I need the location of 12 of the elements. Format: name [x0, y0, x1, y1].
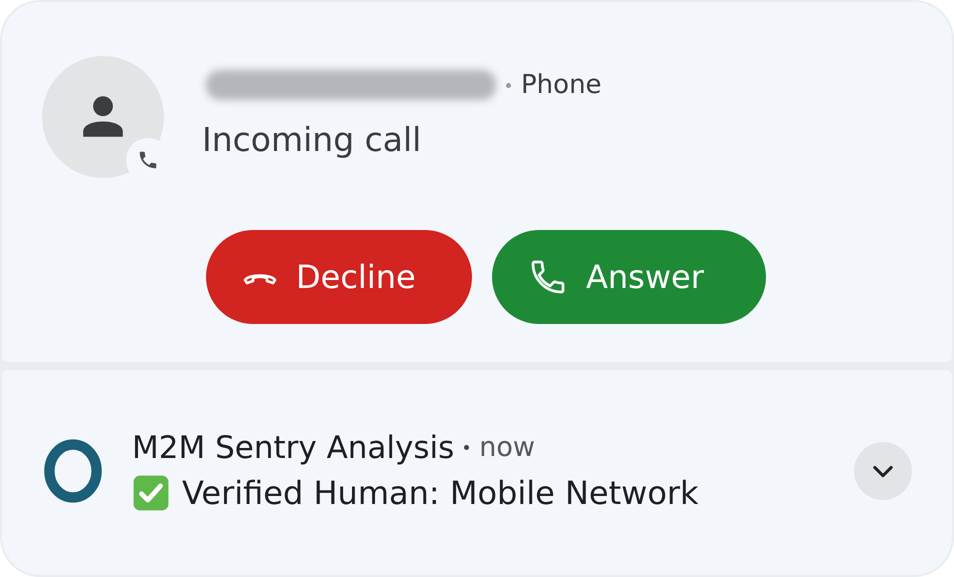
separator-dot [464, 445, 470, 450]
ring-icon [42, 438, 104, 504]
decline-button[interactable]: Decline [206, 230, 472, 324]
call-status: Incoming call [202, 120, 422, 159]
separator-dot [506, 82, 511, 88]
answer-button[interactable]: Answer [492, 230, 766, 324]
source-label: Phone [521, 70, 602, 100]
app-name: M2M Sentry Analysis [132, 430, 454, 466]
notification-message: Verified Human: Mobile Network [182, 474, 699, 512]
check-box-icon [132, 474, 170, 512]
timestamp: now [479, 432, 536, 463]
phone-icon [137, 149, 159, 171]
